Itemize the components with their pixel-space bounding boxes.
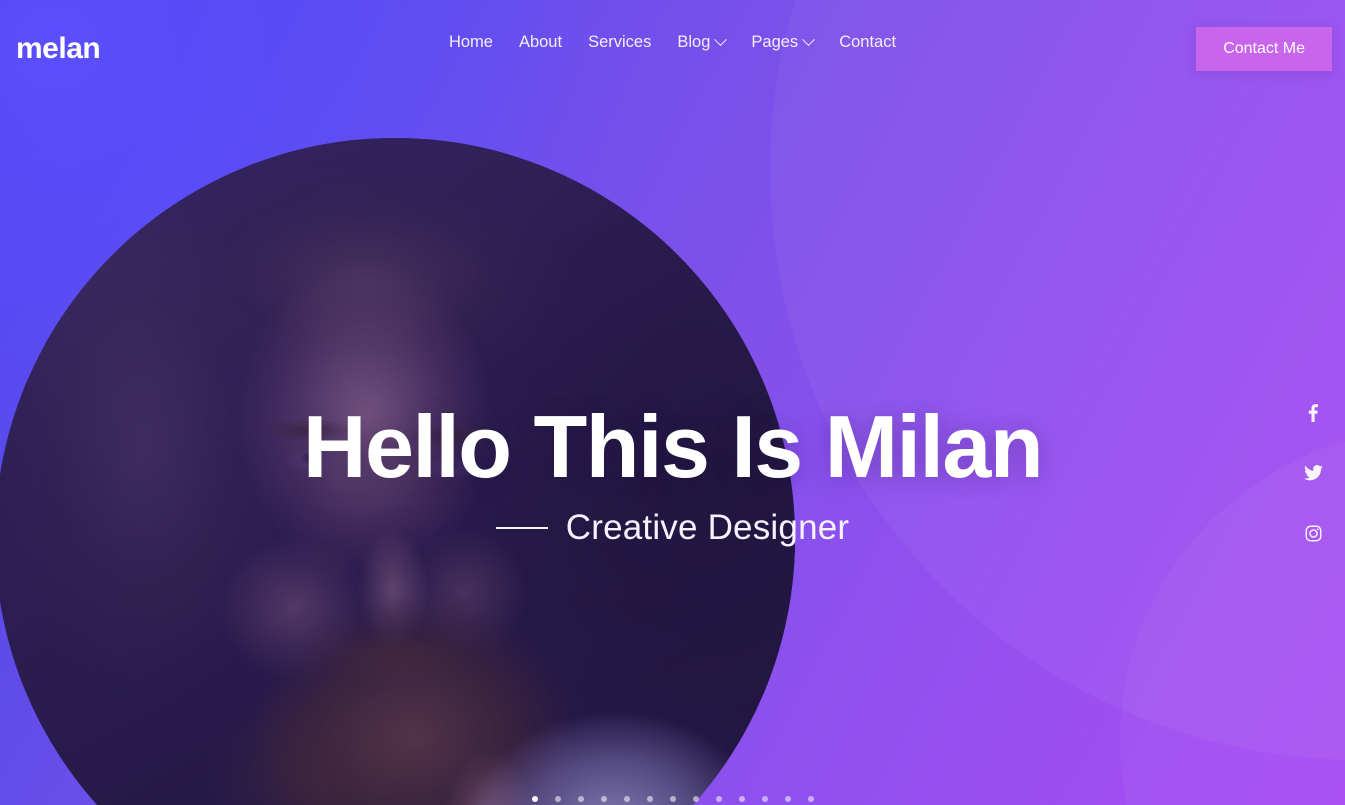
nav-item-label: About [518, 33, 563, 51]
main-navigation: Home About Services Blog Pages Contact [0, 33, 1345, 52]
chevron-down-icon [714, 33, 728, 47]
hero-portrait [0, 138, 795, 805]
carousel-dot[interactable] [715, 796, 722, 802]
carousel-dot[interactable] [600, 796, 607, 802]
nav-item-label: Pages [751, 33, 799, 51]
facebook-icon[interactable] [1300, 400, 1326, 426]
carousel-dot[interactable] [623, 796, 630, 802]
chevron-down-icon [802, 33, 816, 47]
contact-me-button[interactable]: Contact Me [1196, 27, 1332, 71]
nav-item-label: Blog [677, 33, 711, 51]
carousel-dot[interactable] [646, 796, 653, 802]
carousel-dot[interactable] [761, 796, 768, 802]
nav-item-services[interactable]: Services [575, 33, 664, 52]
carousel-dot[interactable] [784, 796, 791, 802]
carousel-dot[interactable] [692, 796, 699, 802]
carousel-dot[interactable] [531, 796, 538, 802]
carousel-dot[interactable] [738, 796, 745, 802]
twitter-icon[interactable] [1300, 460, 1326, 486]
nav-item-about[interactable]: About [506, 33, 575, 52]
carousel-dot[interactable] [577, 796, 584, 802]
nav-item-contact[interactable]: Contact [826, 33, 909, 52]
nav-item-label: Services [588, 33, 652, 51]
nav-item-blog[interactable]: Blog [664, 33, 738, 52]
nav-item-pages[interactable]: Pages [738, 33, 826, 52]
carousel-dot[interactable] [554, 796, 561, 802]
nav-item-home[interactable]: Home [436, 33, 506, 52]
site-header: melan Home About Services Blog Pages Con… [0, 0, 1345, 98]
carousel-dots [0, 796, 1345, 802]
instagram-icon[interactable] [1300, 520, 1326, 546]
carousel-dot[interactable] [669, 796, 676, 802]
background-orb-large [770, 0, 1345, 760]
carousel-dot[interactable] [807, 796, 814, 802]
social-links [1300, 400, 1326, 546]
nav-item-label: Home [448, 33, 493, 51]
hero-section: melan Home About Services Blog Pages Con… [0, 0, 1345, 805]
nav-item-label: Contact [839, 33, 897, 51]
hero-portrait-tint-overlay [0, 138, 795, 805]
